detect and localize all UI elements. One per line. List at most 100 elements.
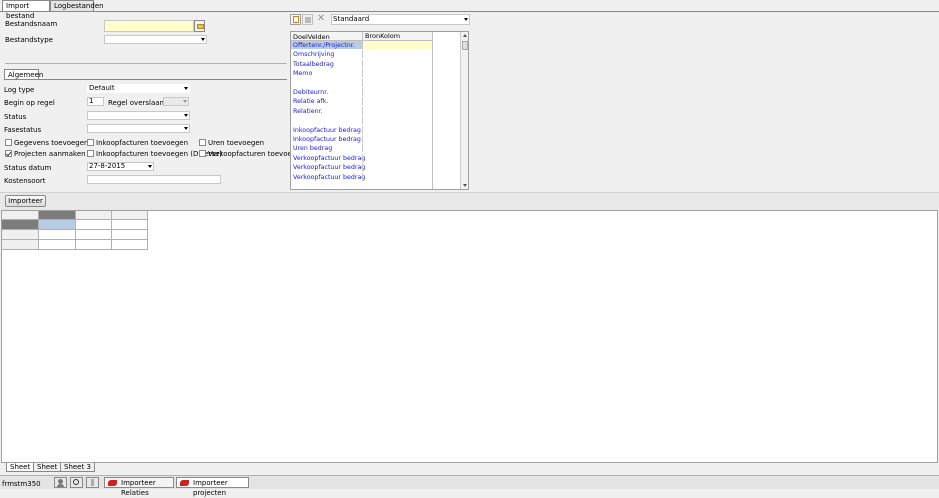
gegevens-toevoegen-checkbox[interactable]: [5, 139, 12, 146]
scroll-down-icon[interactable]: [463, 184, 467, 187]
mapping-row-label: Debiteurnr.: [293, 89, 329, 96]
tab-divider: [0, 11, 939, 12]
status-select[interactable]: [87, 111, 190, 120]
folder-icon: [197, 24, 204, 29]
logtype-select[interactable]: Default: [87, 84, 190, 93]
sheet-cell[interactable]: [76, 240, 112, 250]
bestandsnaam-input[interactable]: [104, 20, 194, 32]
mapping-row[interactable]: Verkoopfactuur bedrag: [291, 163, 432, 173]
mapping-source-cell[interactable]: [362, 106, 432, 115]
mapping-source-cell[interactable]: [362, 135, 432, 143]
sheet-cell[interactable]: [39, 230, 76, 240]
sheet-cell-selected[interactable]: [39, 220, 76, 230]
mapping-source-cell[interactable]: [362, 69, 432, 78]
fasestatus-label: Fasestatus: [4, 126, 42, 134]
mapping-source-cell[interactable]: [362, 50, 432, 59]
kostensoort-input[interactable]: [87, 175, 221, 184]
fasestatus-select[interactable]: [87, 124, 190, 133]
browse-file-button[interactable]: [194, 20, 205, 32]
action-bar: [0, 192, 939, 210]
mapping-source-cell[interactable]: [362, 41, 432, 49]
mapping-row[interactable]: Omschrijving: [291, 50, 432, 60]
task-importeer-projecten[interactable]: Importeer projecten: [176, 477, 249, 497]
sheet-row-header[interactable]: [2, 220, 39, 230]
sheet-tab-3[interactable]: Sheet 3: [60, 463, 95, 472]
statusdatum-picker[interactable]: 27-8-2015: [87, 162, 154, 171]
mapping-source-cell[interactable]: [362, 59, 432, 68]
inkoopfacturen-toevoegen-checkbox[interactable]: [87, 139, 94, 146]
importeer-button[interactable]: Importeer: [5, 195, 46, 207]
task-importeer-relaties[interactable]: Importeer Relaties: [104, 477, 174, 497]
mapping-row[interactable]: [291, 78, 432, 88]
mapping-source-cell[interactable]: [362, 153, 432, 162]
mapping-source-cell[interactable]: [362, 97, 432, 106]
mapping-row[interactable]: Verkoopfactuur bedrag: [291, 172, 432, 182]
mapping-source-cell[interactable]: [362, 172, 432, 181]
gegevens-toevoegen-label: Gegevens toevoegen: [14, 139, 89, 147]
mapping-row-label: Verkoopfactuur bedrag: [293, 164, 366, 172]
pin-button[interactable]: [86, 477, 99, 488]
sheet-cell[interactable]: [112, 220, 148, 230]
kostensoort-label: Kostensoort: [4, 177, 46, 185]
projecten-aanmaken-checkbox[interactable]: [5, 150, 12, 157]
mapping-row[interactable]: Debiteurnr.: [291, 88, 432, 97]
beginregel-input[interactable]: 1: [87, 97, 104, 106]
sheet-cell[interactable]: [76, 220, 112, 230]
sheet-cell[interactable]: [112, 240, 148, 250]
chevron-down-icon: [184, 127, 188, 130]
new-mapping-button[interactable]: [290, 14, 301, 25]
sheet-cell[interactable]: [39, 240, 76, 250]
regeloverslaan-select[interactable]: [163, 97, 189, 106]
sheet-col-header[interactable]: [112, 211, 148, 220]
beginregel-label: Begin op regel: [4, 99, 55, 107]
mapping-row-label: Uren bedrag: [293, 145, 333, 153]
mapping-row[interactable]: Inkoopfactuur bedrag: [291, 135, 432, 144]
form-id: frmstm350: [2, 480, 41, 488]
mapping-row-label: Inkoopfactuur bedrag: [293, 136, 361, 143]
bestandstype-select[interactable]: [104, 35, 207, 44]
inkoopfacturen-diverse-checkbox[interactable]: [87, 150, 94, 157]
sheet-row-header[interactable]: [2, 230, 39, 240]
save-mapping-button[interactable]: [302, 14, 313, 25]
mapping-row[interactable]: [291, 116, 432, 126]
mapping-source-cell[interactable]: [362, 163, 432, 172]
mapping-row-label: Relatie afk.: [293, 98, 329, 106]
projecten-aanmaken-label: Projecten aanmaken: [14, 150, 86, 158]
inkoopfacturen-toevoegen-label: Inkoopfacturen toevoegen: [96, 139, 189, 147]
user-icon-body: [57, 484, 64, 487]
scroll-up-icon[interactable]: [463, 34, 467, 37]
preset-select[interactable]: Standaard: [331, 14, 470, 25]
sheet-col-header[interactable]: [39, 211, 76, 220]
sheet-row-header[interactable]: [2, 240, 39, 250]
grid-scrollbar[interactable]: [460, 32, 468, 189]
scroll-thumb[interactable]: [462, 41, 468, 50]
sheet-col-header[interactable]: [76, 211, 112, 220]
mapping-row[interactable]: Verkoopfactuur bedrag: [291, 153, 432, 163]
app-icon: [180, 480, 189, 486]
mapping-source-cell[interactable]: [362, 88, 432, 96]
mapping-grid[interactable]: DoelVelden BronKolom Offertenr./Projectn…: [290, 31, 469, 190]
delete-mapping-button[interactable]: ✕: [314, 14, 328, 25]
col-doelvelden: DoelVelden: [293, 33, 330, 41]
user-button[interactable]: [54, 477, 67, 488]
mapping-row[interactable]: Inkoopfactuur bedrag: [291, 125, 432, 135]
mapping-row[interactable]: Uren bedrag: [291, 144, 432, 154]
mapping-source-cell[interactable]: [362, 125, 432, 134]
mapping-row[interactable]: Totaalbedrag: [291, 59, 432, 69]
mapping-source-cell[interactable]: [362, 116, 432, 125]
mapping-source-cell[interactable]: [362, 78, 432, 87]
mapping-row[interactable]: Relatie afk.: [291, 97, 432, 107]
tab-logbestanden[interactable]: Logbestanden: [50, 0, 104, 11]
sheet-corner: [2, 211, 39, 220]
mapping-row[interactable]: Memo: [291, 69, 432, 79]
sheet-cell[interactable]: [76, 230, 112, 240]
mapping-source-cell[interactable]: [362, 144, 432, 153]
mapping-row[interactable]: Relatienr.: [291, 106, 432, 116]
verkoopfacturen-toevoegen-checkbox[interactable]: [199, 150, 206, 157]
col-bronkolom: BronKolom: [362, 32, 432, 41]
uren-toevoegen-checkbox[interactable]: [199, 139, 206, 146]
mapping-row[interactable]: Offertenr./Projectnr.: [291, 41, 432, 50]
spreadsheet[interactable]: [1, 210, 938, 463]
search-button[interactable]: [70, 477, 83, 488]
sheet-cell[interactable]: [112, 230, 148, 240]
